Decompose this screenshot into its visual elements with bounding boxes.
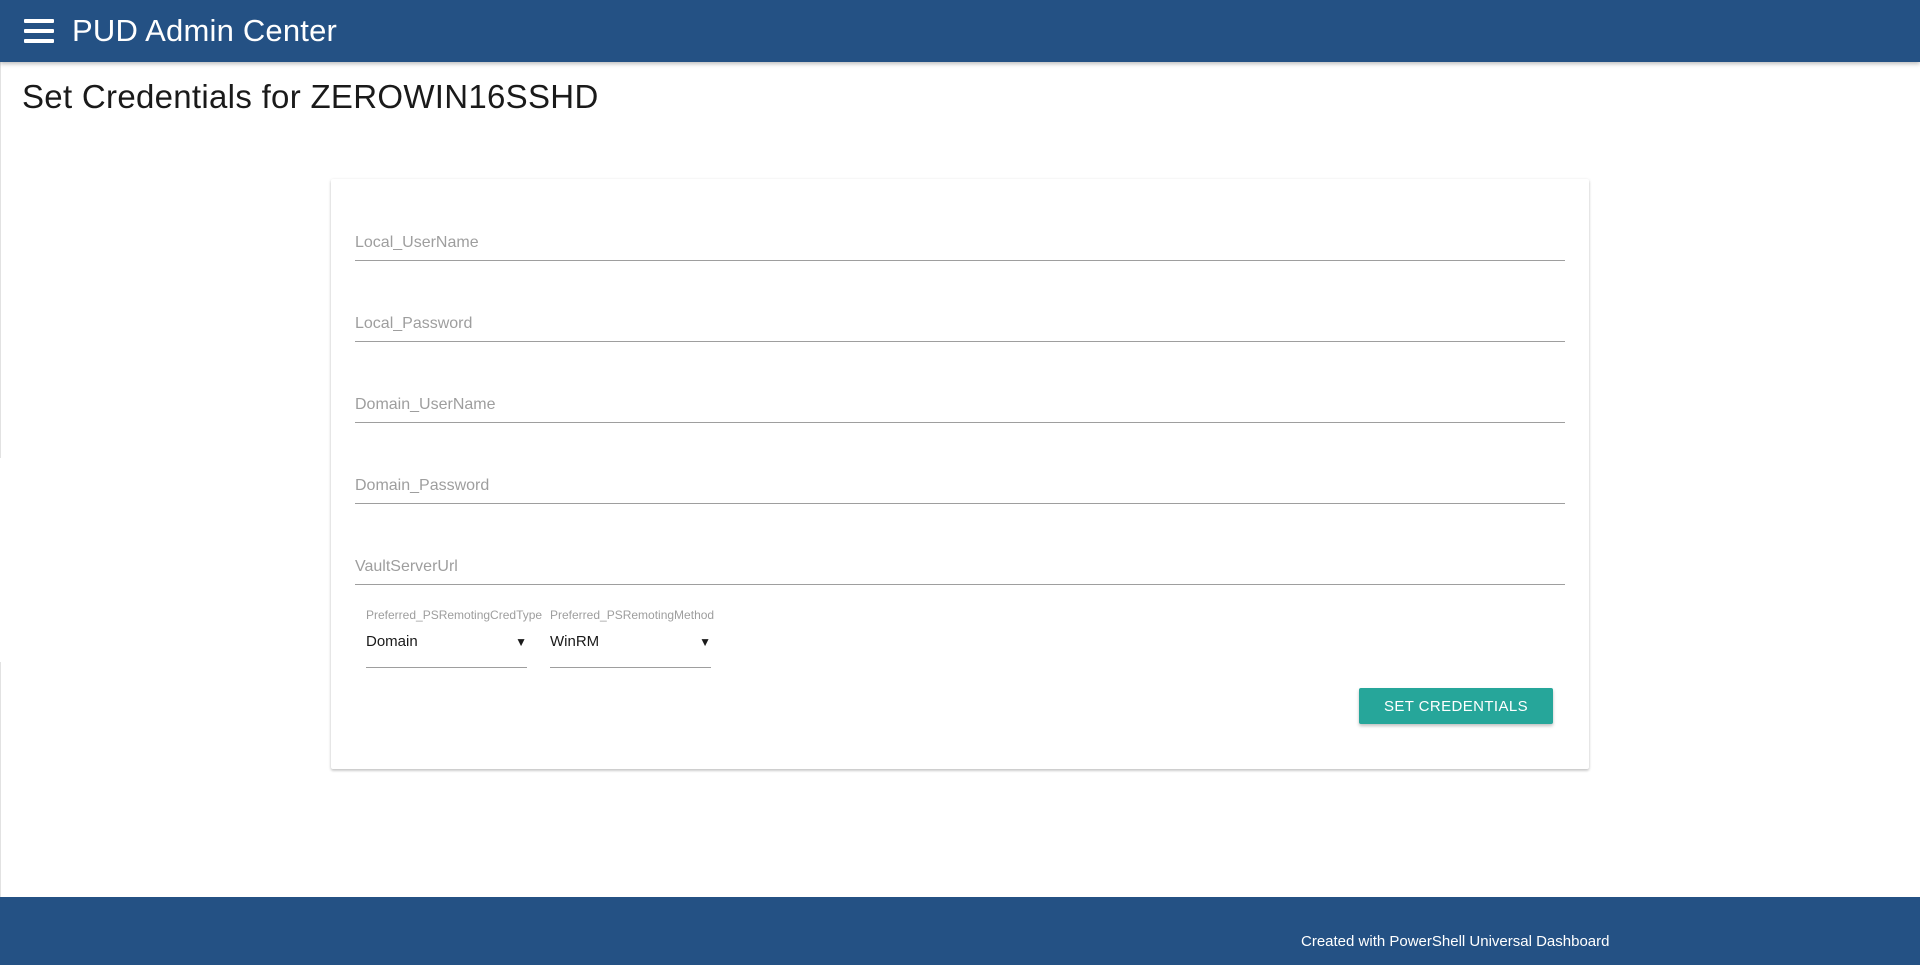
left-divider [0,62,1,458]
page-title: Set Credentials for ZEROWIN16SSHD [22,78,599,115]
domain-password-field [355,456,1565,504]
credentials-form-card: Preferred_PSRemotingCredType Domain ▼ Pr… [331,179,1589,769]
set-credentials-button[interactable]: SET CREDENTIALS [1359,688,1553,724]
remoting-method-label: Preferred_PSRemotingMethod [550,608,715,622]
remoting-method-select[interactable]: Preferred_PSRemotingMethod WinRM ▼ [550,608,715,668]
left-divider-lower [0,662,1,897]
domain-password-input[interactable] [355,456,1565,503]
app-root: PUD Admin Center Set Credentials for ZER… [0,0,1920,965]
cred-type-select[interactable]: Preferred_PSRemotingCredType Domain ▼ [366,608,542,668]
local-username-field [355,213,1565,261]
domain-username-input[interactable] [355,375,1565,422]
domain-username-field [355,375,1565,423]
remoting-method-value[interactable]: WinRM [550,633,599,650]
dropdown-caret-icon[interactable]: ▼ [515,635,527,649]
app-title[interactable]: PUD Admin Center [72,13,337,49]
local-password-field [355,294,1565,342]
cred-type-value[interactable]: Domain [366,633,418,650]
top-navbar: PUD Admin Center [0,0,1920,62]
vault-server-url-field [355,537,1565,585]
dropdown-caret-icon[interactable]: ▼ [699,635,711,649]
page-footer: Created with PowerShell Universal Dashbo… [0,897,1920,965]
cred-type-label: Preferred_PSRemotingCredType [366,608,543,622]
local-username-input[interactable] [355,213,1565,260]
vault-server-url-input[interactable] [355,537,1565,584]
hamburger-menu-icon[interactable] [24,19,54,43]
footer-credit: Created with PowerShell Universal Dashbo… [1301,933,1610,950]
local-password-input[interactable] [355,294,1565,341]
